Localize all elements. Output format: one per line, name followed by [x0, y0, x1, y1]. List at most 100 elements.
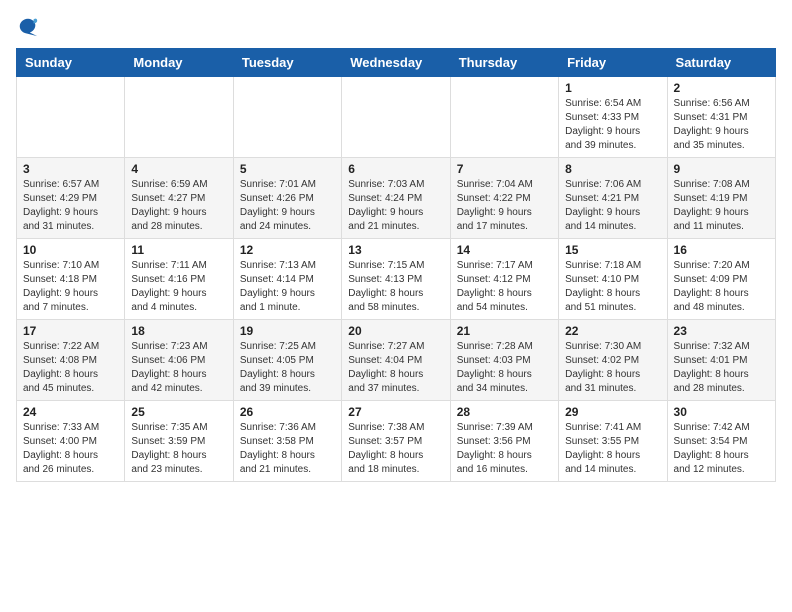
day-info: Sunrise: 7:17 AM Sunset: 4:12 PM Dayligh… — [457, 259, 552, 315]
day-number: 13 — [348, 243, 443, 257]
calendar-day-cell: 17 Sunrise: 7:22 AM Sunset: 4:08 PM Dayli… — [17, 320, 125, 401]
calendar-week-row: 24 Sunrise: 7:33 AM Sunset: 4:00 PM Dayli… — [17, 401, 776, 482]
weekday-header: Tuesday — [233, 49, 341, 77]
calendar-header-row: SundayMondayTuesdayWednesdayThursdayFrid… — [17, 49, 776, 77]
calendar-day-cell: 25 Sunrise: 7:35 AM Sunset: 3:59 PM Dayli… — [125, 401, 233, 482]
calendar-day-cell: 13Sunrise: 7:15 AM Sunset: 4:13 PM Dayli… — [342, 239, 450, 320]
day-info: Sunrise: 7:22 AM Sunset: 4:08 PM Dayligh… — [23, 340, 118, 396]
calendar-day-cell: 29 Sunrise: 7:41 AM Sunset: 3:55 PM Dayli… — [559, 401, 667, 482]
calendar-day-cell: 27 Sunrise: 7:38 AM Sunset: 3:57 PM Dayli… — [342, 401, 450, 482]
calendar-week-row: 3 Sunrise: 6:57 AM Sunset: 4:29 PM Daylig… — [17, 158, 776, 239]
day-number: 9 — [674, 162, 769, 176]
day-number: 21 — [457, 324, 552, 338]
calendar-day-cell: 9 Sunrise: 7:08 AM Sunset: 4:19 PM Daylig… — [667, 158, 775, 239]
day-info: Sunrise: 7:25 AM Sunset: 4:05 PM Dayligh… — [240, 340, 335, 396]
day-info: Sunrise: 7:04 AM Sunset: 4:22 PM Dayligh… — [457, 178, 552, 234]
day-info: Sunrise: 7:27 AM Sunset: 4:04 PM Dayligh… — [348, 340, 443, 396]
day-number: 3 — [23, 162, 118, 176]
day-info: Sunrise: 7:18 AM Sunset: 4:10 PM Dayligh… — [565, 259, 660, 315]
day-number: 12 — [240, 243, 335, 257]
calendar-day-cell: 19 Sunrise: 7:25 AM Sunset: 4:05 PM Dayli… — [233, 320, 341, 401]
calendar-day-cell: 3 Sunrise: 6:57 AM Sunset: 4:29 PM Daylig… — [17, 158, 125, 239]
calendar-day-cell: 10 Sunrise: 7:10 AM Sunset: 4:18 PM Dayli… — [17, 239, 125, 320]
weekday-header: Monday — [125, 49, 233, 77]
logo-text — [16, 16, 40, 38]
day-info: Sunrise: 7:08 AM Sunset: 4:19 PM Dayligh… — [674, 178, 769, 234]
day-info: Sunrise: 6:56 AM Sunset: 4:31 PM Dayligh… — [674, 97, 769, 153]
calendar-empty-cell — [17, 77, 125, 158]
day-info: Sunrise: 7:33 AM Sunset: 4:00 PM Dayligh… — [23, 421, 118, 477]
day-info: Sunrise: 7:06 AM Sunset: 4:21 PM Dayligh… — [565, 178, 660, 234]
day-number: 18 — [131, 324, 226, 338]
calendar-empty-cell — [450, 77, 558, 158]
day-number: 20 — [348, 324, 443, 338]
day-number: 2 — [674, 81, 769, 95]
calendar-empty-cell — [342, 77, 450, 158]
calendar-day-cell: 8 Sunrise: 7:06 AM Sunset: 4:21 PM Daylig… — [559, 158, 667, 239]
day-number: 16 — [674, 243, 769, 257]
calendar-day-cell: 16 Sunrise: 7:20 AM Sunset: 4:09 PM Dayli… — [667, 239, 775, 320]
header — [16, 16, 776, 38]
day-info: Sunrise: 7:10 AM Sunset: 4:18 PM Dayligh… — [23, 259, 118, 315]
day-info: Sunrise: 7:42 AM Sunset: 3:54 PM Dayligh… — [674, 421, 769, 477]
weekday-header: Saturday — [667, 49, 775, 77]
calendar: SundayMondayTuesdayWednesdayThursdayFrid… — [16, 48, 776, 482]
day-number: 17 — [23, 324, 118, 338]
day-number: 14 — [457, 243, 552, 257]
day-number: 25 — [131, 405, 226, 419]
day-number: 8 — [565, 162, 660, 176]
day-number: 30 — [674, 405, 769, 419]
day-number: 10 — [23, 243, 118, 257]
calendar-empty-cell — [125, 77, 233, 158]
calendar-day-cell: 20 Sunrise: 7:27 AM Sunset: 4:04 PM Dayli… — [342, 320, 450, 401]
day-info: Sunrise: 7:01 AM Sunset: 4:26 PM Dayligh… — [240, 178, 335, 234]
day-info: Sunrise: 7:41 AM Sunset: 3:55 PM Dayligh… — [565, 421, 660, 477]
calendar-day-cell: 21 Sunrise: 7:28 AM Sunset: 4:03 PM Dayli… — [450, 320, 558, 401]
logo — [16, 16, 40, 38]
day-number: 26 — [240, 405, 335, 419]
weekday-header: Wednesday — [342, 49, 450, 77]
weekday-header: Sunday — [17, 49, 125, 77]
day-info: Sunrise: 6:59 AM Sunset: 4:27 PM Dayligh… — [131, 178, 226, 234]
day-info: Sunrise: 7:03 AM Sunset: 4:24 PM Dayligh… — [348, 178, 443, 234]
weekday-header: Thursday — [450, 49, 558, 77]
calendar-day-cell: 18Sunrise: 7:23 AM Sunset: 4:06 PM Dayli… — [125, 320, 233, 401]
calendar-day-cell: 22 Sunrise: 7:30 AM Sunset: 4:02 PM Dayli… — [559, 320, 667, 401]
calendar-day-cell: 2 Sunrise: 6:56 AM Sunset: 4:31 PM Daylig… — [667, 77, 775, 158]
day-info: Sunrise: 6:57 AM Sunset: 4:29 PM Dayligh… — [23, 178, 118, 234]
calendar-day-cell: 11 Sunrise: 7:11 AM Sunset: 4:16 PM Dayli… — [125, 239, 233, 320]
calendar-day-cell: 30 Sunrise: 7:42 AM Sunset: 3:54 PM Dayli… — [667, 401, 775, 482]
calendar-week-row: 1 Sunrise: 6:54 AM Sunset: 4:33 PM Daylig… — [17, 77, 776, 158]
day-number: 4 — [131, 162, 226, 176]
calendar-day-cell: 4 Sunrise: 6:59 AM Sunset: 4:27 PM Daylig… — [125, 158, 233, 239]
calendar-day-cell: 24 Sunrise: 7:33 AM Sunset: 4:00 PM Dayli… — [17, 401, 125, 482]
calendar-day-cell: 1 Sunrise: 6:54 AM Sunset: 4:33 PM Daylig… — [559, 77, 667, 158]
day-number: 15 — [565, 243, 660, 257]
calendar-day-cell: 12 Sunrise: 7:13 AM Sunset: 4:14 PM Dayli… — [233, 239, 341, 320]
day-info: Sunrise: 7:13 AM Sunset: 4:14 PM Dayligh… — [240, 259, 335, 315]
calendar-day-cell: 14 Sunrise: 7:17 AM Sunset: 4:12 PM Dayli… — [450, 239, 558, 320]
day-number: 19 — [240, 324, 335, 338]
day-info: Sunrise: 6:54 AM Sunset: 4:33 PM Dayligh… — [565, 97, 660, 153]
day-info: Sunrise: 7:30 AM Sunset: 4:02 PM Dayligh… — [565, 340, 660, 396]
calendar-day-cell: 26Sunrise: 7:36 AM Sunset: 3:58 PM Dayli… — [233, 401, 341, 482]
logo-bird-icon — [17, 16, 39, 38]
day-number: 1 — [565, 81, 660, 95]
day-number: 5 — [240, 162, 335, 176]
day-number: 24 — [23, 405, 118, 419]
day-number: 6 — [348, 162, 443, 176]
day-info: Sunrise: 7:11 AM Sunset: 4:16 PM Dayligh… — [131, 259, 226, 315]
calendar-day-cell: 5 Sunrise: 7:01 AM Sunset: 4:26 PM Daylig… — [233, 158, 341, 239]
day-info: Sunrise: 7:38 AM Sunset: 3:57 PM Dayligh… — [348, 421, 443, 477]
day-info: Sunrise: 7:32 AM Sunset: 4:01 PM Dayligh… — [674, 340, 769, 396]
day-number: 27 — [348, 405, 443, 419]
day-info: Sunrise: 7:35 AM Sunset: 3:59 PM Dayligh… — [131, 421, 226, 477]
day-number: 29 — [565, 405, 660, 419]
day-info: Sunrise: 7:20 AM Sunset: 4:09 PM Dayligh… — [674, 259, 769, 315]
day-info: Sunrise: 7:39 AM Sunset: 3:56 PM Dayligh… — [457, 421, 552, 477]
calendar-day-cell: 6 Sunrise: 7:03 AM Sunset: 4:24 PM Daylig… — [342, 158, 450, 239]
day-number: 22 — [565, 324, 660, 338]
day-number: 11 — [131, 243, 226, 257]
day-info: Sunrise: 7:28 AM Sunset: 4:03 PM Dayligh… — [457, 340, 552, 396]
calendar-day-cell: 15 Sunrise: 7:18 AM Sunset: 4:10 PM Dayli… — [559, 239, 667, 320]
